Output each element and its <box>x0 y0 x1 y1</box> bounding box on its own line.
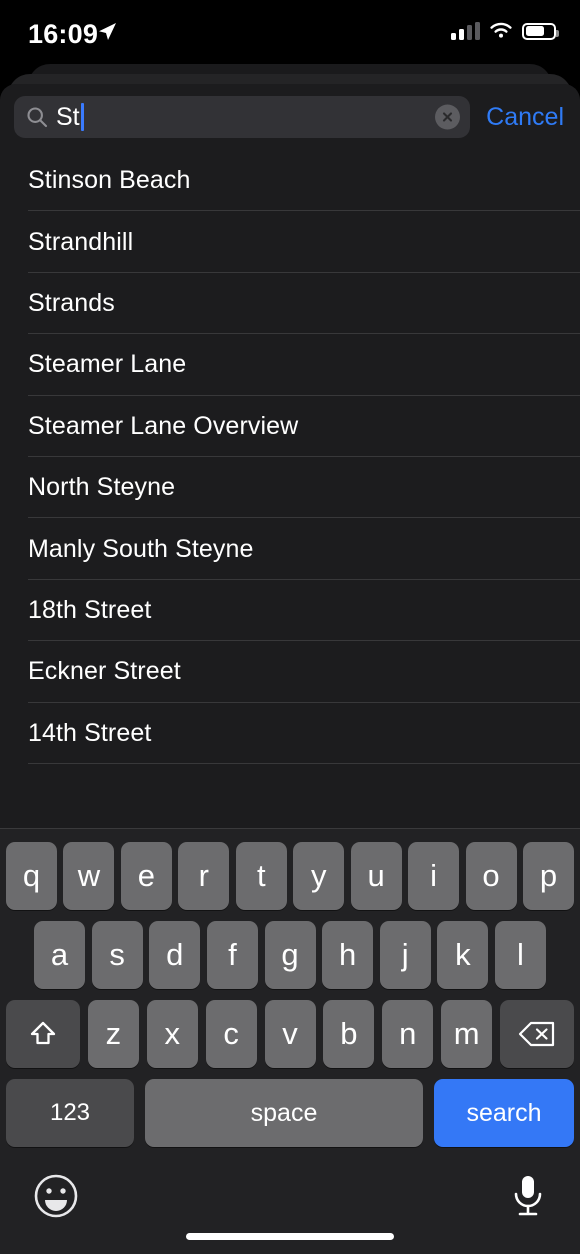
list-item[interactable]: 14th Street <box>0 703 580 765</box>
list-item-label: Strands <box>28 288 115 317</box>
key-n[interactable]: n <box>382 1000 434 1068</box>
key-z[interactable]: z <box>87 1000 139 1068</box>
key-v[interactable]: v <box>264 1000 316 1068</box>
iphone-screen: 16:09 St Cancel Stinson Beach Strandhill… <box>0 0 580 1254</box>
list-item-label: 18th Street <box>28 595 152 624</box>
search-icon <box>27 107 48 128</box>
key-i[interactable]: i <box>408 842 460 910</box>
search-header: St Cancel <box>0 84 580 150</box>
list-item[interactable]: Stinson Beach <box>0 150 580 212</box>
battery-icon <box>522 22 559 40</box>
key-r[interactable]: r <box>178 842 230 910</box>
key-k[interactable]: k <box>437 921 489 989</box>
list-item-label: Manly South Steyne <box>28 534 254 563</box>
key-c[interactable]: c <box>205 1000 257 1068</box>
key-p[interactable]: p <box>522 842 574 910</box>
emoji-smiley-icon <box>34 1174 78 1218</box>
search-results-list[interactable]: Stinson Beach Strandhill Strands Steamer… <box>0 150 580 828</box>
keyboard-accessory-bar <box>0 1158 580 1254</box>
key-e[interactable]: e <box>120 842 172 910</box>
key-x[interactable]: x <box>146 1000 198 1068</box>
microphone-icon <box>514 1176 542 1216</box>
list-item-label: Steamer Lane Overview <box>28 411 299 440</box>
dictation-button[interactable] <box>510 1172 546 1225</box>
status-time: 16:09 <box>28 19 99 49</box>
cellular-signal-icon <box>451 22 480 40</box>
key-w[interactable]: w <box>63 842 115 910</box>
shift-icon <box>30 1021 56 1045</box>
list-item-label: Eckner Street <box>28 657 181 686</box>
key-u[interactable]: u <box>350 842 402 910</box>
backspace-icon <box>518 1021 555 1047</box>
onscreen-keyboard[interactable]: q w e r t y u i o p a s d f g h j k l z … <box>0 828 580 1158</box>
list-item[interactable]: 18th Street <box>0 580 580 642</box>
list-item-label: Stinson Beach <box>28 166 191 195</box>
shift-key[interactable] <box>6 1000 80 1068</box>
key-j[interactable]: j <box>379 921 431 989</box>
list-item[interactable]: Steamer Lane <box>0 334 580 396</box>
key-q[interactable]: q <box>6 842 57 910</box>
status-indicators <box>451 22 559 40</box>
keyboard-row-3: z x c v b n m <box>0 1000 580 1068</box>
list-item[interactable]: North Steyne <box>0 457 580 519</box>
cancel-button[interactable]: Cancel <box>484 103 566 132</box>
key-d[interactable]: d <box>149 921 201 989</box>
text-cursor <box>80 103 84 131</box>
key-f[interactable]: f <box>206 921 258 989</box>
search-input-value: St <box>56 102 80 131</box>
key-g[interactable]: g <box>264 921 316 989</box>
list-item-label: Strandhill <box>28 227 134 256</box>
clear-search-button[interactable] <box>435 104 461 130</box>
key-m[interactable]: m <box>441 1000 493 1068</box>
key-o[interactable]: o <box>465 842 517 910</box>
list-item-label: North Steyne <box>28 473 176 502</box>
keyboard-row-2: a s d f g h j k l <box>0 921 580 989</box>
backspace-key[interactable] <box>500 1000 574 1068</box>
key-b[interactable]: b <box>323 1000 375 1068</box>
key-h[interactable]: h <box>322 921 374 989</box>
home-indicator <box>186 1233 394 1240</box>
emoji-button[interactable] <box>34 1174 78 1223</box>
key-l[interactable]: l <box>495 921 546 989</box>
location-arrow-icon <box>99 23 116 40</box>
key-s[interactable]: s <box>91 921 143 989</box>
status-bar: 16:09 <box>0 0 580 62</box>
space-key[interactable]: space <box>145 1079 423 1147</box>
key-y[interactable]: y <box>293 842 345 910</box>
close-icon <box>443 112 453 122</box>
list-item-label: Steamer Lane <box>28 350 187 379</box>
wifi-icon <box>490 22 512 38</box>
numbers-key[interactable]: 123 <box>6 1079 134 1147</box>
list-item[interactable]: Eckner Street <box>0 641 580 703</box>
keyboard-row-1: q w e r t y u i o p <box>0 842 580 910</box>
list-item[interactable]: Steamer Lane Overview <box>0 396 580 458</box>
search-input[interactable]: St <box>14 96 471 138</box>
list-item[interactable]: Strandhill <box>0 211 580 274</box>
list-item[interactable]: Strands <box>0 273 580 335</box>
keyboard-row-4: 123 space search <box>0 1079 580 1147</box>
key-t[interactable]: t <box>235 842 287 910</box>
list-item-label: 14th Street <box>28 718 152 747</box>
list-item[interactable]: Manly South Steyne <box>0 518 580 581</box>
key-a[interactable]: a <box>34 921 85 989</box>
search-key[interactable]: search <box>434 1079 574 1147</box>
